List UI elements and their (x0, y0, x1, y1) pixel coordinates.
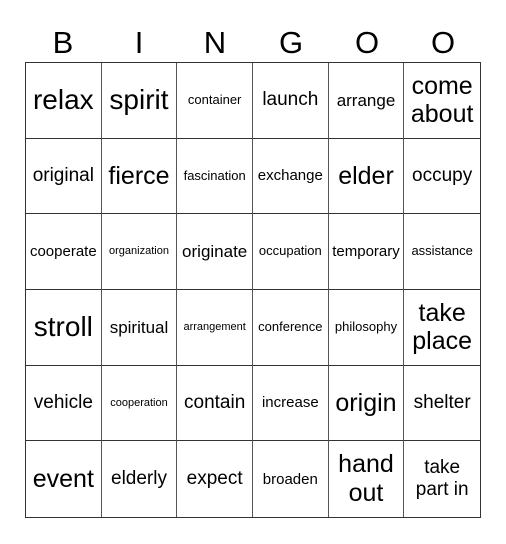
bingo-cell[interactable]: arrange (328, 63, 405, 139)
bingo-cell[interactable]: increase (252, 365, 329, 442)
bingo-cell[interactable]: conference (252, 289, 329, 366)
bingo-cell[interactable]: temporary (328, 214, 405, 290)
bingo-cell[interactable]: spirit (101, 63, 178, 139)
bingo-cell[interactable]: elderly (102, 441, 178, 517)
header-letter-o-2: O (430, 24, 456, 60)
bingo-cell[interactable]: take place (404, 290, 480, 366)
bingo-cell[interactable]: elder (328, 138, 405, 215)
bingo-cell[interactable]: origin (328, 365, 405, 442)
bingo-cell[interactable]: philosophy (328, 289, 405, 366)
bingo-grid: relax spirit container launch arrange co… (25, 62, 481, 518)
bingo-cell[interactable]: container (177, 63, 253, 139)
bingo-cell[interactable]: come about (404, 63, 480, 139)
bingo-cell[interactable]: originate (177, 214, 253, 290)
bingo-cell[interactable]: fierce (101, 138, 178, 215)
bingo-cell[interactable]: launch (252, 63, 329, 139)
bingo-cell[interactable]: occupation (252, 214, 329, 290)
bingo-cell[interactable]: vehicle (26, 365, 102, 442)
bingo-cell[interactable]: contain (177, 365, 253, 442)
bingo-cell[interactable]: assistance (404, 214, 480, 290)
header-letter-i: I (134, 24, 144, 60)
bingo-cell[interactable]: shelter (404, 366, 480, 442)
bingo-cell[interactable]: relax (26, 63, 102, 139)
bingo-cell[interactable]: original (26, 138, 102, 215)
bingo-cell[interactable]: exchange (252, 138, 329, 215)
bingo-cell[interactable]: organization (101, 214, 178, 290)
bingo-cell[interactable]: spiritual (101, 289, 178, 366)
bingo-cell[interactable]: hand out (329, 441, 405, 517)
bingo-cell[interactable]: broaden (253, 441, 329, 517)
bingo-cell[interactable]: cooperation (101, 365, 178, 442)
header-letter-n: N (203, 24, 227, 60)
bingo-cell[interactable]: stroll (26, 289, 102, 366)
header-letter-b: B (52, 24, 74, 60)
bingo-header: B I N G O O (25, 22, 481, 62)
bingo-cell[interactable]: fascination (177, 138, 253, 215)
bingo-cell[interactable]: event (26, 441, 102, 517)
header-letter-g: G (278, 24, 304, 60)
bingo-cell[interactable]: take part in (404, 441, 480, 517)
bingo-cell[interactable]: arrangement (177, 289, 253, 366)
bingo-cell[interactable]: expect (177, 441, 253, 517)
bingo-cell[interactable]: occupy (404, 139, 480, 215)
bingo-cell[interactable]: cooperate (26, 214, 102, 290)
header-letter-o: O (354, 24, 380, 60)
